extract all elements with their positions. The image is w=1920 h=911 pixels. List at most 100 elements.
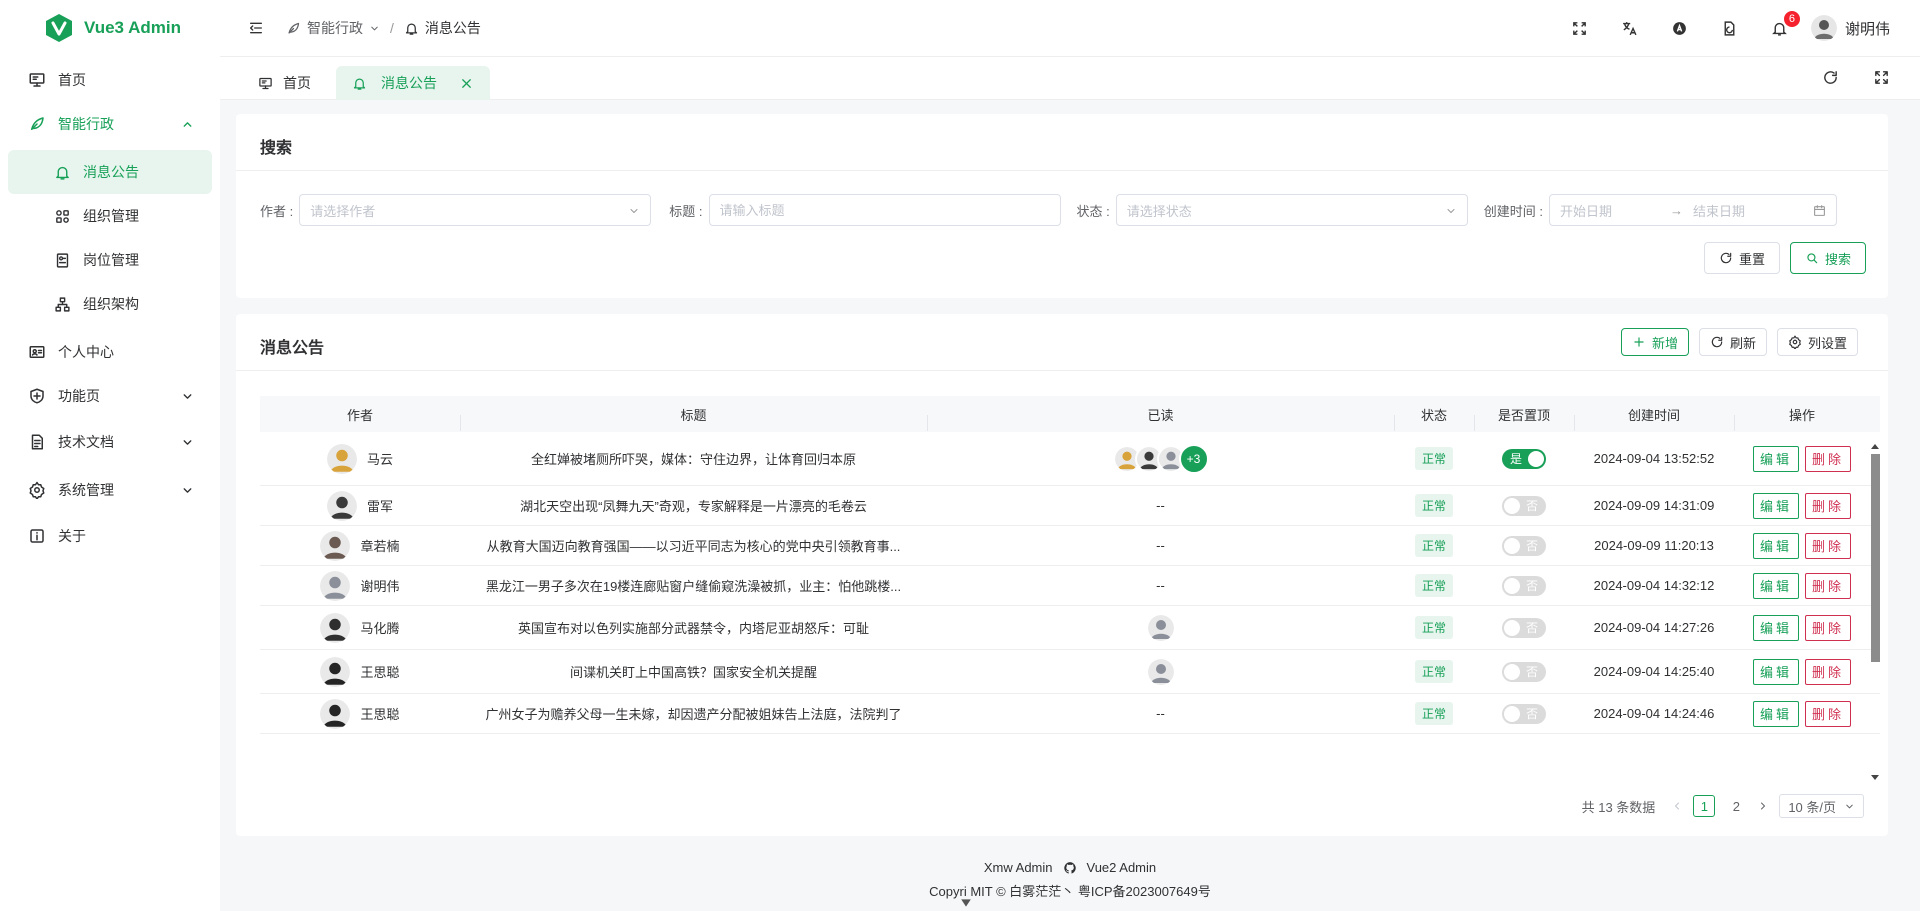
column-settings-button[interactable]: 列设置	[1776, 328, 1858, 356]
table-card: 消息公告 新增 刷新 列设置 作者 标题 已读 状态 是否置顶 创建时间 操作 …	[236, 314, 1888, 836]
sidebar-item-post[interactable]: 岗位管理	[8, 238, 212, 282]
sidebar-item-label: 关于	[58, 528, 86, 544]
sidebar-item-home[interactable]: 首页	[0, 58, 220, 102]
col-created: 创建时间	[1574, 405, 1734, 431]
pinned-toggle[interactable]: 否	[1502, 661, 1546, 682]
menu-fold-icon[interactable]	[248, 20, 264, 36]
footer-link-vue2[interactable]: Vue2 Admin	[1087, 860, 1157, 875]
expand-icon[interactable]	[1873, 69, 1890, 86]
theme-icon[interactable]	[1655, 20, 1705, 37]
status-select-placeholder: 请选择状态	[1126, 203, 1192, 219]
sidebar-item-admin[interactable]: 智能行政	[0, 102, 220, 146]
sidebar-item-org[interactable]: 组织管理	[8, 194, 212, 238]
refresh-button-label: 刷新	[1729, 335, 1756, 351]
sidebar-item-system[interactable]: 系统管理	[0, 466, 220, 514]
delete-button[interactable]: 删除	[1805, 572, 1852, 599]
delete-button[interactable]: 删除	[1805, 532, 1852, 559]
pinned-toggle-label: 否	[1525, 707, 1538, 721]
sidebar-item-notice[interactable]: 消息公告	[8, 150, 212, 194]
tab-home[interactable]: 首页	[242, 66, 327, 100]
author-cell: 马云	[260, 443, 460, 474]
range-separator: →	[1670, 202, 1683, 218]
add-button[interactable]: 新增	[1620, 328, 1689, 356]
fullscreen-icon[interactable]	[1555, 20, 1605, 37]
footer-link-xmw[interactable]: Xmw Admin	[984, 860, 1053, 875]
author-select[interactable]: 请选择作者	[299, 194, 652, 226]
sidebar-item-about[interactable]: 关于	[0, 514, 220, 558]
read-avatars[interactable]	[1145, 612, 1176, 643]
notification-bell-icon[interactable]: 6	[1755, 9, 1805, 37]
sidebar-item-docs[interactable]: 技术文档	[0, 418, 220, 466]
scroll-down-icon[interactable]	[1870, 772, 1880, 782]
refresh-button[interactable]: 刷新	[1698, 328, 1767, 356]
page-size-select[interactable]: 10 条/页	[1779, 794, 1864, 818]
status-select[interactable]: 请选择状态	[1115, 194, 1468, 226]
read-avatars[interactable]: +3	[1112, 443, 1209, 474]
author-name: 谢明伟	[360, 579, 400, 594]
gear-icon	[28, 481, 46, 499]
date-range-picker[interactable]: 开始日期 → 结束日期	[1549, 194, 1837, 226]
pinned-toggle-label: 否	[1525, 579, 1538, 593]
actions-cell: 编辑 删除	[1734, 658, 1870, 685]
tab-notice[interactable]: 消息公告	[336, 66, 490, 100]
table-body: 马云 全红婵被堵厕所吓哭，媒体：守住边界，让体育回归本原 +3 正常 是 2024-09-…	[260, 432, 1880, 780]
pinned-toggle[interactable]: 否	[1502, 535, 1546, 556]
reload-icon[interactable]	[1822, 69, 1839, 86]
next-page-icon[interactable]	[1757, 800, 1769, 812]
status-cell: 正常	[1394, 660, 1474, 683]
title-input[interactable]	[719, 202, 1050, 218]
delete-button[interactable]: 删除	[1805, 614, 1852, 641]
prev-page-icon[interactable]	[1671, 800, 1683, 812]
edit-button[interactable]: 编辑	[1752, 532, 1799, 559]
search-button[interactable]: 搜索	[1789, 242, 1866, 274]
edit-button[interactable]: 编辑	[1752, 658, 1799, 685]
delete-button[interactable]: 删除	[1805, 658, 1852, 685]
page-2[interactable]: 2	[1725, 795, 1747, 817]
read-avatars[interactable]	[1145, 656, 1176, 687]
title-cell: 湖北天空出现“凤舞九天”奇观，专家解释是一片漂亮的毛卷云	[460, 496, 927, 515]
edit-button[interactable]: 编辑	[1752, 445, 1799, 472]
dark-mode-icon[interactable]	[1705, 20, 1755, 37]
bell-icon	[352, 76, 367, 91]
footer: Xmw Admin Vue2 Admin Copyri MIT © 白雾茫茫丶 …	[220, 860, 1920, 900]
app-logo[interactable]: Vue3 Admin	[0, 0, 220, 56]
table-scrollbar[interactable]	[1870, 442, 1880, 782]
created-cell: 2024-09-04 14:24:46	[1574, 706, 1734, 721]
edit-button[interactable]: 编辑	[1752, 700, 1799, 727]
edit-button[interactable]: 编辑	[1752, 492, 1799, 519]
sidebar-item-label: 功能页	[58, 388, 100, 404]
read-more-count[interactable]: +3	[1178, 443, 1209, 474]
pinned-toggle[interactable]: 否	[1502, 575, 1546, 596]
title-input-box[interactable]	[708, 194, 1061, 226]
status-badge: 正常	[1414, 534, 1453, 557]
github-icon[interactable]	[1063, 861, 1077, 875]
scroll-thumb[interactable]	[1871, 454, 1880, 662]
delete-button[interactable]: 删除	[1805, 492, 1852, 519]
page-1[interactable]: 1	[1693, 795, 1716, 817]
close-icon[interactable]	[459, 76, 474, 91]
user-menu[interactable]: 谢明伟	[1810, 15, 1890, 41]
pinned-toggle[interactable]: 否	[1502, 617, 1546, 638]
chevron-down-icon	[1844, 801, 1855, 812]
breadcrumb-item[interactable]: 智能行政	[307, 18, 363, 38]
translate-icon[interactable]	[1605, 20, 1655, 37]
sidebar-item-structure[interactable]: 组织架构	[8, 282, 212, 326]
caret-down-icon[interactable]	[960, 897, 972, 909]
sidebar-item-profile[interactable]: 个人中心	[0, 330, 220, 374]
pinned-toggle[interactable]: 是	[1502, 448, 1546, 469]
chevron-down-icon	[628, 205, 640, 217]
title-cell: 黑龙江一男子多次在19楼连廊贴窗户缝偷窥洗澡被抓，业主：怕他跳楼...	[460, 576, 927, 595]
pinned-toggle[interactable]: 否	[1502, 495, 1546, 516]
delete-button[interactable]: 删除	[1805, 700, 1852, 727]
edit-button[interactable]: 编辑	[1752, 572, 1799, 599]
created-time: 2024-09-09 11:20:13	[1594, 538, 1714, 553]
edit-button[interactable]: 编辑	[1752, 614, 1799, 641]
delete-button[interactable]: 删除	[1805, 445, 1852, 472]
created-time: 2024-09-04 14:32:12	[1593, 578, 1715, 593]
sidebar-item-features[interactable]: 功能页	[0, 374, 220, 418]
read-empty: --	[1156, 498, 1165, 513]
reset-button[interactable]: 重置	[1703, 242, 1780, 274]
scroll-up-icon[interactable]	[1870, 442, 1880, 452]
read-cell: --	[927, 578, 1394, 593]
pinned-toggle[interactable]: 否	[1502, 703, 1546, 724]
